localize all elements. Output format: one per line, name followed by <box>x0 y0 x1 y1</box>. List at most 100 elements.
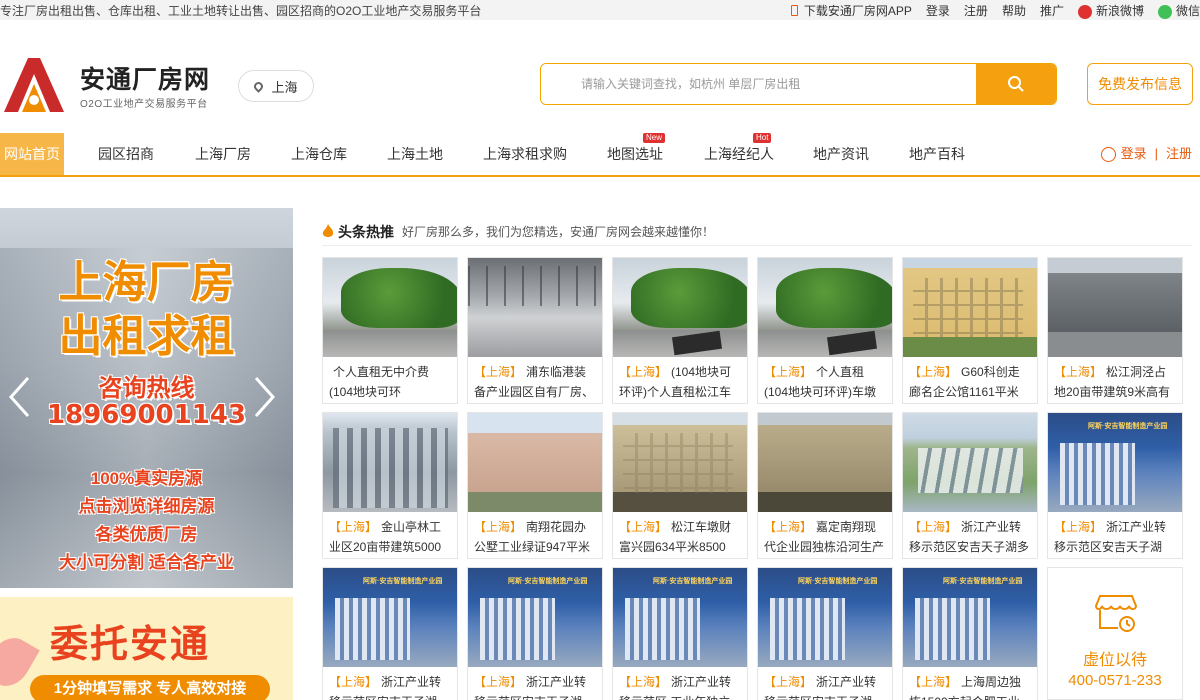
banner-hotline: 18969001143 <box>47 400 246 430</box>
logo-title: 安通厂房网 <box>80 66 211 94</box>
search-icon <box>1008 76 1024 92</box>
listing-card[interactable]: 【上海】 松江洞泾占地20亩带建筑9米高有 <box>1047 257 1183 404</box>
listing-image: 阿斯·安吉智能制造产业园 <box>613 568 747 667</box>
render-caption: 阿斯·安吉智能制造产业园 <box>653 578 733 585</box>
listing-image: 阿斯·安吉智能制造产业园 <box>323 568 457 667</box>
hero-banner[interactable]: 上海厂房 出租求租 咨询热线 18969001143 100%真实房源 点击浏览… <box>0 208 293 588</box>
vacancy-label: 虚位以待 <box>1082 652 1147 669</box>
render-caption: 阿斯·安吉智能制造产业园 <box>508 578 588 585</box>
render-caption: 阿斯·安吉智能制造产业园 <box>798 578 878 585</box>
wechat-label: 微信 <box>1175 4 1200 18</box>
search-button[interactable] <box>976 64 1056 104</box>
listing-card[interactable]: 【上海】 浦东临港装备产业园区自有厂房、 <box>467 257 603 404</box>
nav-news[interactable]: 地产资讯 <box>813 133 869 175</box>
banner-line-4: 大小可分割 适合各产业 <box>59 553 234 572</box>
listing-image <box>613 258 747 357</box>
banner-line-1: 100%真实房源 <box>90 469 203 488</box>
city-selector[interactable]: 上海 <box>238 70 314 102</box>
nav-register-link[interactable]: 注册 <box>1166 133 1192 175</box>
render-caption: 阿斯·安吉智能制造产业园 <box>943 578 1023 585</box>
contact-phone: 400-0571-233 <box>1068 672 1162 689</box>
listing-card[interactable]: 【上海】 (104地块可环评)个人直租松江车 <box>612 257 748 404</box>
new-badge: New <box>643 133 666 143</box>
phone-icon <box>790 5 798 16</box>
free-publish-button[interactable]: 免费发布信息 <box>1087 63 1193 105</box>
listing-card[interactable]: 阿斯·安吉智能制造产业园 【上海】浙江产业转移示范区安吉天子湖 <box>467 567 603 700</box>
location-pin-icon <box>252 79 266 93</box>
weibo-link[interactable]: 新浪微博 <box>1077 2 1144 19</box>
download-app-link[interactable]: 下载安通厂房网APP <box>790 2 912 19</box>
top-login-link[interactable]: 登录 <box>926 2 950 19</box>
vacancy-ad-slot[interactable]: 虚位以待 400-0571-233 <box>1047 567 1183 700</box>
nav-land[interactable]: 上海土地 <box>387 133 443 175</box>
user-icon <box>1100 146 1116 162</box>
chevron-right-icon[interactable] <box>254 376 276 418</box>
listing-card[interactable]: 个人直租无中介费(104地块可环 <box>322 257 458 404</box>
listing-image <box>903 413 1037 512</box>
listing-city: 【上海】 <box>329 520 378 534</box>
help-link[interactable]: 帮助 <box>1002 2 1026 19</box>
nav-login-link[interactable]: 登录 <box>1121 133 1147 175</box>
weibo-icon <box>1077 4 1092 19</box>
wechat-link[interactable]: 微信 <box>1157 2 1200 19</box>
listing-card[interactable]: 【上海】 金山亭林工业区20亩带建筑5000 <box>322 412 458 559</box>
listing-city: 【上海】 <box>474 520 523 534</box>
entrust-title: 委托安通 <box>50 624 211 666</box>
wechat-icon <box>1157 4 1172 19</box>
listing-card[interactable]: 阿斯·安吉智能制造产业园 【上海】浙江产业转移示范区 工业年独立 <box>612 567 748 700</box>
banner-line-3: 各类优质厂房 <box>95 525 198 544</box>
listing-image <box>758 413 892 512</box>
nav-factories[interactable]: 上海厂房 <box>195 133 251 175</box>
listing-card[interactable]: 阿斯·安吉智能制造产业园 【上海】浙江产业转移示范区安吉天子湖 <box>1047 412 1183 559</box>
search-bar <box>540 63 1057 105</box>
entrust-banner[interactable]: 委托安通 1分钟填写需求 专人高效对接 <box>0 597 293 700</box>
listing-card[interactable]: 【上海】 嘉定南翔现代企业园独栋沿河生产 <box>757 412 893 559</box>
header: 安通厂房网 O2O工业地产交易服务平台 上海 免费发布信息 <box>0 20 1200 130</box>
listing-image <box>903 258 1037 357</box>
listing-city: 【上海】 <box>619 365 668 379</box>
nav-wanted[interactable]: 上海求租求购 <box>483 133 567 175</box>
nav-home[interactable]: 网站首页 <box>0 133 64 175</box>
listing-card[interactable]: 【上海】 浙江产业转移示范区安吉天子湖多 <box>902 412 1038 559</box>
listing-image: 阿斯·安吉智能制造产业园 <box>903 568 1037 667</box>
promote-link[interactable]: 推广 <box>1040 2 1064 19</box>
render-caption: 阿斯·安吉智能制造产业园 <box>363 578 443 585</box>
main-nav: 网站首页 园区招商 上海厂房 上海仓库 上海土地 上海求租求购 地图选址 New… <box>0 133 1200 177</box>
listing-image <box>1048 258 1182 357</box>
hot-badge: Hot <box>753 133 772 143</box>
logo-icon[interactable] <box>0 54 68 114</box>
banner-title-2: 出租求租 <box>58 311 235 362</box>
listing-image <box>323 258 457 357</box>
listing-title: 个人直租无中介费(104地块可环 <box>329 365 430 399</box>
shop-icon <box>1094 595 1138 632</box>
banner-hotline-label: 咨询热线 <box>98 374 195 402</box>
top-bar: 专注厂房出租出售、仓库出租、工业土地转让出售、园区招商的O2O工业地产交易服务平… <box>0 0 1200 20</box>
listing-image <box>613 413 747 512</box>
top-register-link[interactable]: 注册 <box>964 2 988 19</box>
listing-city: 【上海】 <box>619 520 668 534</box>
listing-image <box>323 413 457 512</box>
hot-section-subtitle: 好厂房那么多，我们为您精选，安通厂房网会越来越懂你！ <box>402 225 715 239</box>
listing-city: 【上海】 <box>1054 365 1103 379</box>
nav-wiki[interactable]: 地产百科 <box>909 133 965 175</box>
listing-city: 【上海】 <box>764 520 813 534</box>
listing-card[interactable]: 【上海】 G60科创走廊名企公馆1161平米 <box>902 257 1038 404</box>
listing-card[interactable]: 阿斯·安吉智能制造产业园 【上海】浙江产业转移示范区安吉天子湖 <box>322 567 458 700</box>
listing-city: 【上海】 <box>474 675 523 689</box>
search-input[interactable] <box>541 64 976 104</box>
listing-card[interactable]: 【上海】 南翔花园办公墅工业绿证947平米 <box>467 412 603 559</box>
listing-city: 【上海】 <box>474 365 523 379</box>
chevron-left-icon[interactable] <box>8 376 30 418</box>
nav-warehouses[interactable]: 上海仓库 <box>291 133 347 175</box>
entrust-subtitle: 1分钟填写需求 专人高效对接 <box>30 675 270 700</box>
nav-park-recruit[interactable]: 园区招商 <box>98 133 154 175</box>
listing-card[interactable]: 【上海】 个人直租(104地块可环评)车墩 <box>757 257 893 404</box>
listing-image: 阿斯·安吉智能制造产业园 <box>1048 413 1182 512</box>
listing-card[interactable]: 【上海】 松江车墩财富兴园634平米8500 <box>612 412 748 559</box>
listing-city: 【上海】 <box>619 675 668 689</box>
nav-auth-separator: | <box>1154 146 1158 161</box>
listing-card[interactable]: 阿斯·安吉智能制造产业园 【上海】上海周边独栋1500方起合肥工业 <box>902 567 1038 700</box>
download-app-label: 下载安通厂房网APP <box>803 4 912 18</box>
listing-city: 【上海】 <box>764 365 813 379</box>
listing-card[interactable]: 阿斯·安吉智能制造产业园 【上海】浙江产业转移示范区安吉天子湖 <box>757 567 893 700</box>
